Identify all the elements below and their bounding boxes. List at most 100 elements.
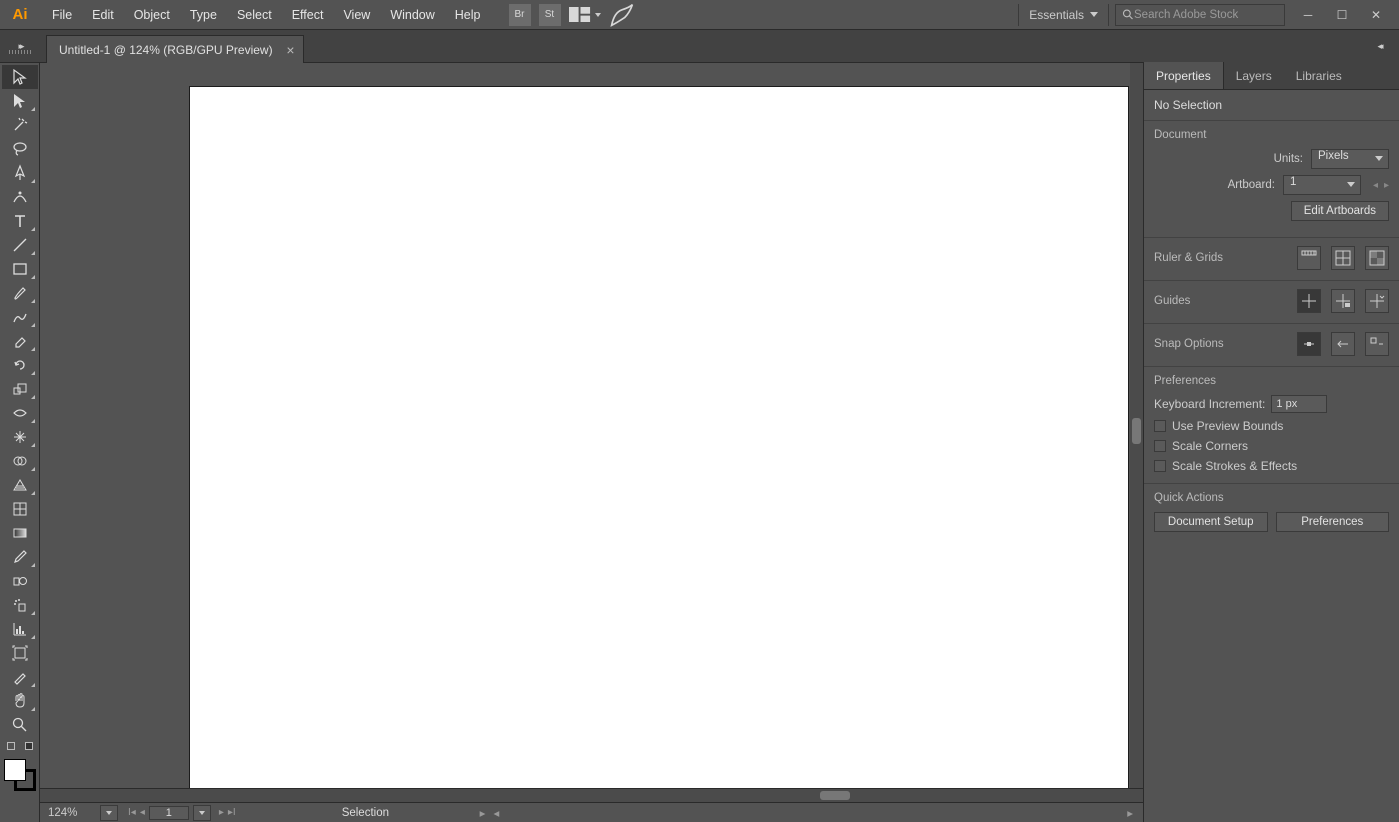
fill-stroke-swatch[interactable]	[2, 757, 38, 793]
artboard-label: Artboard:	[1228, 179, 1275, 191]
menu-help[interactable]: Help	[445, 1, 491, 29]
vertical-scrollbar[interactable]	[1130, 63, 1143, 788]
zoom-dropdown-icon[interactable]	[100, 805, 118, 821]
search-stock-input[interactable]	[1134, 9, 1278, 21]
arrange-documents-icon[interactable]	[569, 4, 601, 26]
artboard-tool[interactable]	[2, 641, 38, 665]
line-tool[interactable]	[2, 233, 38, 257]
document-tab-strip: ▸▸ Untitled-1 @ 124% (RGB/GPU Preview) ×…	[0, 30, 1399, 62]
fill-swatch[interactable]	[4, 759, 26, 781]
grid-icon[interactable]	[1331, 246, 1355, 270]
artboard[interactable]	[190, 87, 1128, 788]
perspective-grid-tool[interactable]	[2, 473, 38, 497]
preferences-button[interactable]: Preferences	[1276, 512, 1390, 532]
edit-artboards-button[interactable]: Edit Artboards	[1291, 201, 1389, 221]
keyboard-increment-input[interactable]	[1271, 395, 1327, 413]
window-minimize-icon[interactable]: ─	[1291, 4, 1325, 26]
document-setup-button[interactable]: Document Setup	[1154, 512, 1268, 532]
gpu-icon[interactable]	[609, 4, 635, 26]
workspace-switcher[interactable]: Essentials	[1018, 4, 1109, 26]
lasso-tool[interactable]	[2, 137, 38, 161]
menu-edit[interactable]: Edit	[82, 1, 124, 29]
menu-object[interactable]: Object	[124, 1, 180, 29]
menu-effect[interactable]: Effect	[282, 1, 334, 29]
canvas-viewport[interactable]	[40, 63, 1143, 788]
menu-type[interactable]: Type	[180, 1, 227, 29]
status-scroll-right-icon[interactable]: ▸	[1127, 806, 1133, 820]
status-bar: 124% I◂ ◂ ▸ ▸I Selection ▸ ◂ ▸	[40, 802, 1143, 822]
units-select[interactable]: Pixels	[1311, 149, 1389, 169]
preview-bounds-checkbox[interactable]	[1154, 420, 1166, 432]
scale-strokes-checkbox[interactable]	[1154, 460, 1166, 472]
artboard-dropdown-icon[interactable]	[193, 805, 211, 821]
last-artboard-icon[interactable]: ▸I	[228, 807, 236, 818]
horizontal-scrollbar[interactable]	[40, 788, 1143, 802]
hand-tool[interactable]	[2, 689, 38, 713]
snap-pixel-icon[interactable]	[1297, 332, 1321, 356]
next-artboard-icon[interactable]: ▸	[219, 807, 224, 818]
document-tab[interactable]: Untitled-1 @ 124% (RGB/GPU Preview) ×	[46, 35, 304, 63]
prev-artboard-icon[interactable]: ◂	[140, 807, 145, 818]
tab-libraries[interactable]: Libraries	[1284, 62, 1354, 89]
selection-tool[interactable]	[2, 65, 38, 89]
type-tool[interactable]	[2, 209, 38, 233]
bridge-icon[interactable]: Br	[509, 4, 531, 26]
lock-guides-icon[interactable]	[1331, 289, 1355, 313]
artboard-prev-icon[interactable]: ◂	[1373, 180, 1378, 191]
artboard-next-icon[interactable]: ▸	[1384, 180, 1389, 191]
status-play-icon[interactable]: ▸	[480, 806, 486, 820]
column-graph-tool[interactable]	[2, 617, 38, 641]
search-stock[interactable]	[1115, 4, 1285, 26]
smart-guides-icon[interactable]	[1365, 289, 1389, 313]
slice-tool[interactable]	[2, 665, 38, 689]
menu-view[interactable]: View	[333, 1, 380, 29]
curvature-tool[interactable]	[2, 185, 38, 209]
shape-builder-tool[interactable]	[2, 449, 38, 473]
tab-properties[interactable]: Properties	[1144, 62, 1224, 89]
status-scroll-left-icon[interactable]: ◂	[493, 806, 499, 820]
artboard-number-input[interactable]	[149, 806, 189, 820]
scale-tool[interactable]	[2, 377, 38, 401]
width-tool[interactable]	[2, 401, 38, 425]
menu-select[interactable]: Select	[227, 1, 282, 29]
mesh-tool[interactable]	[2, 497, 38, 521]
toolbox-grip-icon[interactable]	[9, 50, 31, 54]
keyboard-increment-label: Keyboard Increment:	[1154, 397, 1265, 411]
collapse-toolbox-icon[interactable]: ▸▸	[0, 30, 40, 62]
shaper-tool[interactable]	[2, 305, 38, 329]
menu-file[interactable]: File	[42, 1, 82, 29]
tab-layers[interactable]: Layers	[1224, 62, 1284, 89]
free-transform-tool[interactable]	[2, 425, 38, 449]
stock-icon[interactable]: St	[539, 4, 561, 26]
direct-selection-tool[interactable]	[2, 89, 38, 113]
section-document-title: Document	[1154, 129, 1389, 141]
zoom-level[interactable]: 124%	[40, 807, 100, 819]
eraser-tool[interactable]	[2, 329, 38, 353]
rotate-tool[interactable]	[2, 353, 38, 377]
close-tab-icon[interactable]: ×	[286, 36, 294, 64]
transparency-grid-icon[interactable]	[1365, 246, 1389, 270]
zoom-tool[interactable]	[2, 713, 38, 737]
rectangle-tool[interactable]	[2, 257, 38, 281]
show-guides-icon[interactable]	[1297, 289, 1321, 313]
artboard-select[interactable]: 1	[1283, 175, 1361, 195]
collapse-panels-icon[interactable]: ◂◂	[1359, 30, 1399, 62]
ruler-icon[interactable]	[1297, 246, 1321, 270]
eyedropper-tool[interactable]	[2, 545, 38, 569]
screen-mode-icons[interactable]	[2, 739, 38, 753]
snap-grid-icon[interactable]	[1365, 332, 1389, 356]
gradient-tool[interactable]	[2, 521, 38, 545]
scale-corners-checkbox[interactable]	[1154, 440, 1166, 452]
blend-tool[interactable]	[2, 569, 38, 593]
paintbrush-tool[interactable]	[2, 281, 38, 305]
pen-tool[interactable]	[2, 161, 38, 185]
magic-wand-tool[interactable]	[2, 113, 38, 137]
status-tool-name: Selection	[342, 807, 389, 819]
menu-window[interactable]: Window	[380, 1, 444, 29]
symbol-sprayer-tool[interactable]	[2, 593, 38, 617]
properties-panel: Properties Layers Libraries No Selection…	[1143, 62, 1399, 822]
window-maximize-icon[interactable]: ☐	[1325, 4, 1359, 26]
snap-point-icon[interactable]	[1331, 332, 1355, 356]
window-close-icon[interactable]: ✕	[1359, 4, 1393, 26]
first-artboard-icon[interactable]: I◂	[128, 807, 136, 818]
